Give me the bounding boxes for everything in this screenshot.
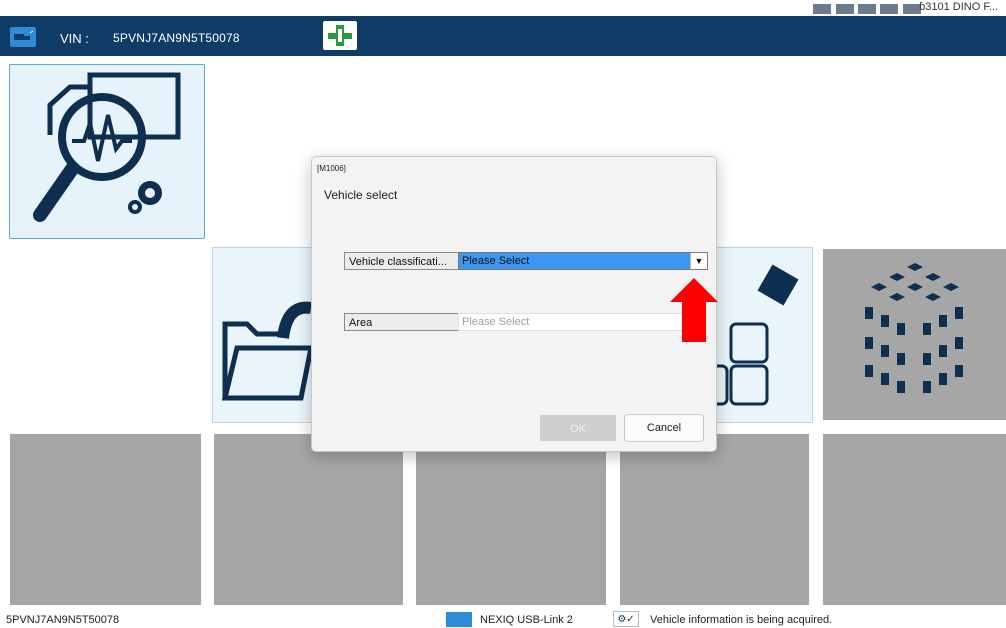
- cube-tile[interactable]: [823, 249, 1006, 420]
- dialog-code: [M1006]: [317, 164, 346, 173]
- menu-tile-3[interactable]: [416, 434, 606, 605]
- cancel-button[interactable]: Cancel: [624, 414, 704, 442]
- diagnostics-tile[interactable]: [9, 64, 205, 239]
- top-right-title: ɓ3101 DINO F...: [919, 1, 998, 13]
- chevron-down-icon[interactable]: ▼: [690, 253, 707, 269]
- red-arrow-annotation: [670, 278, 718, 342]
- toolbar-icon[interactable]: [813, 4, 831, 14]
- toolbar-icon[interactable]: [836, 4, 854, 14]
- menu-tile-1[interactable]: [10, 434, 201, 605]
- vin-label: VIN :: [60, 31, 89, 46]
- toolbar-icon[interactable]: [880, 4, 898, 14]
- vehicle-classification-label: Vehicle classificati...: [344, 252, 459, 270]
- interface-name: NEXIQ USB-Link 2: [480, 614, 573, 626]
- folder-icon: [221, 301, 315, 401]
- apps-icon: [693, 264, 799, 406]
- top-strip: ɓ3101 DINO F...: [0, 0, 1006, 16]
- file-tile[interactable]: [212, 247, 315, 423]
- area-select[interactable]: Please Select: [458, 313, 688, 331]
- dialog-title: Vehicle select: [324, 188, 398, 202]
- connection-icon[interactable]: [323, 21, 357, 50]
- area-label: Area: [344, 313, 459, 331]
- vehicle-classification-select[interactable]: Please Select ▼: [458, 252, 708, 270]
- usb-link-icon: [446, 612, 472, 627]
- vehicle-select-dialog: [M1006] Vehicle select Vehicle classific…: [311, 156, 717, 452]
- status-text: Vehicle information is being acquired.: [650, 614, 833, 626]
- cube-icon: [865, 263, 963, 393]
- area-placeholder: Please Select: [462, 316, 530, 328]
- apps-tile[interactable]: [693, 247, 813, 423]
- menu-tile-2[interactable]: [214, 434, 403, 605]
- vehicle-classification-value: Please Select: [462, 255, 530, 267]
- status-check-icon: ⚙✓: [613, 611, 639, 627]
- vin-value: 5PVNJ7AN9N5T50078: [113, 31, 240, 45]
- footer-vin: 5PVNJ7AN9N5T50078: [6, 614, 120, 626]
- ok-button[interactable]: OK: [540, 415, 616, 441]
- diagnostics-icon: [33, 72, 181, 222]
- toolbar-icon[interactable]: [858, 4, 876, 14]
- truck-icon: [10, 27, 36, 47]
- menu-tile-5[interactable]: [823, 434, 1006, 605]
- menu-tile-4[interactable]: [620, 434, 809, 605]
